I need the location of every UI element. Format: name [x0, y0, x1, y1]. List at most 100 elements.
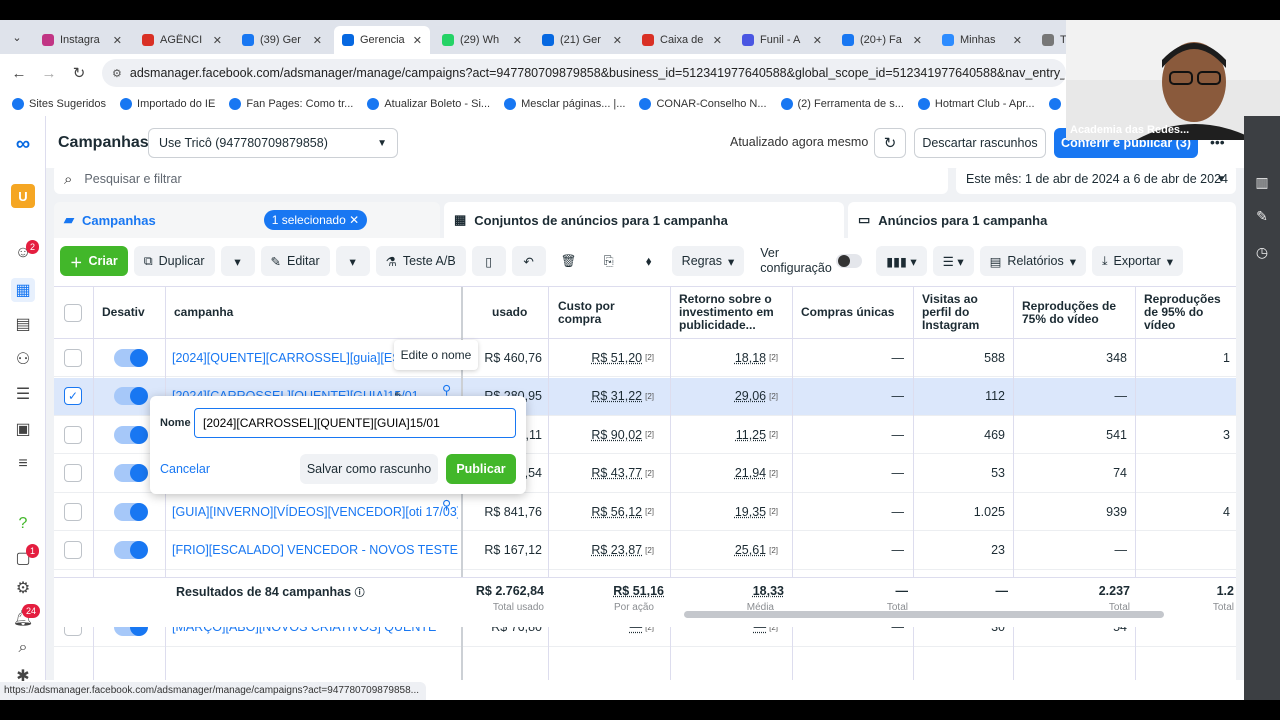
- close-icon[interactable]: ✕: [613, 34, 622, 47]
- chart-icon[interactable]: ▥: [1252, 172, 1272, 192]
- tag-icon[interactable]: ⬧: [632, 246, 666, 276]
- forward-icon[interactable]: →: [34, 65, 64, 82]
- close-icon[interactable]: ✕: [413, 34, 422, 47]
- row-checkbox[interactable]: [64, 455, 84, 492]
- help-icon[interactable]: ?: [11, 512, 35, 536]
- back-icon[interactable]: ←: [4, 65, 34, 82]
- close-icon[interactable]: ✕: [313, 34, 322, 47]
- edit-button[interactable]: ✎ Editar: [260, 246, 330, 276]
- col-v75[interactable]: Reproduções de 75% do vídeo: [1022, 287, 1122, 338]
- browser-tab[interactable]: (20+) Fa ✕: [834, 26, 930, 54]
- bookmark-item[interactable]: (2) Ferramenta de s...: [780, 98, 904, 110]
- edit-dropdown[interactable]: ▾: [335, 246, 370, 276]
- col-roas[interactable]: Retorno sobre o investimento em publicid…: [679, 287, 784, 338]
- campaign-toggle[interactable]: [114, 378, 148, 415]
- billing-icon[interactable]: ☰: [11, 382, 35, 406]
- horizontal-scrollbar[interactable]: [684, 611, 1164, 618]
- close-icon[interactable]: ✕: [1013, 34, 1022, 47]
- bookmark-item[interactable]: Hotmart Club - Apr...: [917, 98, 1035, 110]
- preview-icon[interactable]: ⎘: [592, 246, 626, 276]
- campaigns-nav-icon[interactable]: ▦: [11, 278, 35, 302]
- campaign-toggle[interactable]: [114, 455, 148, 492]
- col-visits[interactable]: Visitas ao perfil do Instagram: [922, 287, 1002, 338]
- close-icon[interactable]: ✕: [713, 34, 722, 47]
- bookmark-item[interactable]: Mesclar páginas... |...: [504, 98, 625, 110]
- bookmark-item[interactable]: Fan Pages: Como tr...: [229, 98, 353, 110]
- create-button[interactable]: ＋ Criar: [60, 246, 128, 276]
- table-row[interactable]: [2024][QUENTE][CARROSSEL][guia][ESCAL R$ …: [54, 339, 1236, 377]
- campaign-toggle[interactable]: [114, 339, 148, 376]
- browser-tab[interactable]: (29) Wh ✕: [434, 26, 530, 54]
- browser-tab[interactable]: Funil - A ✕: [734, 26, 830, 54]
- settings-icon[interactable]: ⚙: [11, 576, 35, 600]
- breakdown-button[interactable]: ☰ ▾: [932, 246, 974, 276]
- pencil-icon[interactable]: ✎: [1252, 206, 1272, 226]
- tab-campaigns[interactable]: ▰ Campanhas 1 selecionado ✕: [54, 202, 440, 238]
- clipboard-icon[interactable]: ▯: [471, 246, 506, 276]
- row-checkbox[interactable]: [64, 493, 84, 530]
- row-checkbox[interactable]: ✓: [64, 378, 84, 415]
- clock-icon[interactable]: ◷: [1252, 242, 1272, 262]
- campaign-name[interactable]: [GUIA][INVERNO][VÍDEOS][VENCEDOR][oti 17…: [172, 493, 458, 530]
- col-spent[interactable]: usado: [492, 287, 552, 338]
- close-icon[interactable]: ✕: [813, 34, 822, 47]
- browser-tab[interactable]: Instagra ✕: [34, 26, 130, 54]
- save-draft-button[interactable]: Salvar como rascunho: [300, 454, 438, 484]
- browser-tab[interactable]: (21) Ger ✕: [534, 26, 630, 54]
- search-nav-icon[interactable]: ⌕: [11, 636, 35, 660]
- bookmark-item[interactable]: Sites Sugeridos: [12, 98, 106, 110]
- col-campaign[interactable]: campanha: [174, 287, 454, 338]
- close-icon[interactable]: ✕: [513, 34, 522, 47]
- publish-button[interactable]: Publicar: [446, 454, 516, 484]
- browser-tab[interactable]: Caixa de ✕: [634, 26, 730, 54]
- tab-ads[interactable]: ▭ Anúncios para 1 campanha: [848, 202, 1236, 238]
- discard-drafts-button[interactable]: Descartar rascunhos: [914, 128, 1046, 158]
- bookmark-item[interactable]: CONAR-Conselho N...: [639, 98, 767, 110]
- col-v95[interactable]: Reproduções de 95% do vídeo: [1144, 287, 1236, 338]
- row-checkbox[interactable]: [64, 416, 84, 453]
- campaign-toggle[interactable]: [114, 532, 148, 569]
- account-avatar[interactable]: U: [11, 184, 35, 208]
- col-unique[interactable]: Compras únicas: [801, 287, 911, 338]
- meta-logo-icon[interactable]: ∞: [11, 132, 35, 156]
- table-row[interactable]: [FRIO][ESCALADO] VENCEDOR - NOVOS TESTES…: [54, 532, 1236, 570]
- browser-tab[interactable]: Gerencia ✕: [334, 26, 430, 54]
- close-icon[interactable]: ✕: [113, 34, 122, 47]
- browser-tab[interactable]: Minhas ✕: [934, 26, 1030, 54]
- duplicate-dropdown[interactable]: ▾: [220, 246, 255, 276]
- search-bar[interactable]: ⌕ Pesquisar e filtrar: [54, 164, 948, 194]
- pages-icon[interactable]: ▤: [11, 312, 35, 336]
- reload-icon[interactable]: ↻: [64, 64, 94, 82]
- close-icon[interactable]: ✕: [213, 34, 222, 47]
- row-checkbox[interactable]: [64, 339, 84, 376]
- campaign-name[interactable]: [FRIO][ESCALADO] VENCEDOR - NOVOS TESTES: [172, 532, 458, 569]
- select-all-checkbox[interactable]: [64, 287, 84, 338]
- menu-icon[interactable]: ≡: [11, 452, 35, 476]
- refresh-button[interactable]: ↻: [874, 128, 906, 158]
- audiences-icon[interactable]: ⚇: [11, 347, 35, 371]
- bookmark-item[interactable]: Importado do IE: [120, 98, 215, 110]
- url-field[interactable]: ⚙ adsmanager.facebook.com/adsmanager/man…: [102, 59, 1066, 87]
- columns-button[interactable]: ▮▮▮ ▾: [876, 246, 927, 276]
- col-cpp[interactable]: Custo por compra: [558, 287, 658, 338]
- browser-tab[interactable]: AGÊNCI ✕: [134, 26, 230, 54]
- cancel-button[interactable]: Cancelar: [160, 462, 210, 476]
- campaign-toggle[interactable]: [114, 416, 148, 453]
- duplicate-button[interactable]: ⧉ Duplicar: [133, 246, 215, 276]
- browser-tab[interactable]: (39) Ger ✕: [234, 26, 330, 54]
- row-checkbox[interactable]: [64, 532, 84, 569]
- trash-icon[interactable]: 🗑︎: [552, 246, 586, 276]
- col-off[interactable]: Desativ: [102, 287, 152, 338]
- reports-button[interactable]: ▤ Relatórios ▾: [979, 246, 1086, 276]
- campaign-toggle[interactable]: [114, 493, 148, 530]
- account-selector[interactable]: Use Tricô (947780709879858) ▼: [148, 128, 398, 158]
- ab-test-button[interactable]: ⚗ Teste A/B: [375, 246, 466, 276]
- tab-search-icon[interactable]: ⌄: [0, 20, 34, 54]
- site-info-icon[interactable]: ⚙: [112, 67, 122, 80]
- tab-adsets[interactable]: ▦ Conjuntos de anúncios para 1 campanha: [444, 202, 844, 238]
- view-config-toggle[interactable]: [836, 254, 863, 268]
- table-row[interactable]: [GUIA][INVERNO][VÍDEOS][VENCEDOR][oti 17…: [54, 493, 1236, 531]
- bookmark-item[interactable]: Atualizar Boleto - Si...: [367, 98, 490, 110]
- undo-icon[interactable]: ↶: [511, 246, 546, 276]
- campaign-name-input[interactable]: [194, 408, 516, 438]
